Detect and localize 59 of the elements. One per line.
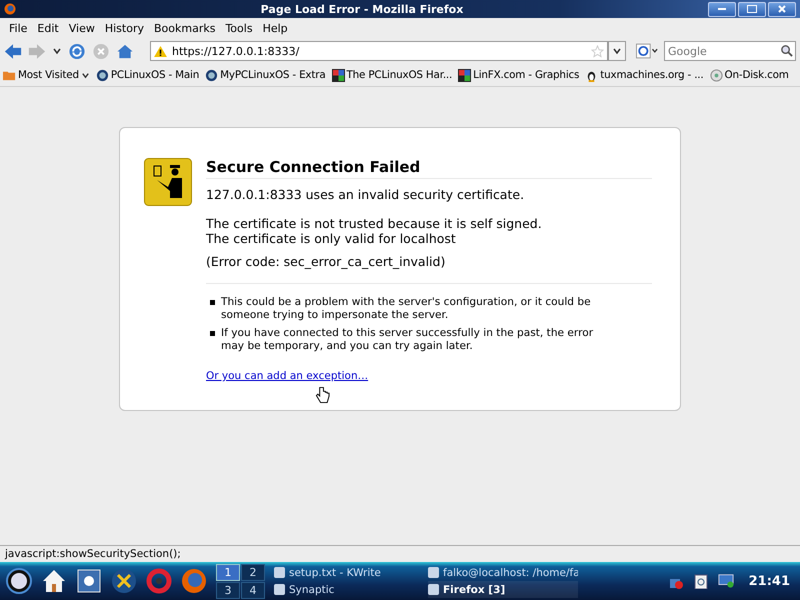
bookmark-item[interactable]: On-Disk.com [710,68,789,82]
bookmark-item[interactable]: MyPCLinuxOS - Extra [205,68,326,82]
dropdown-button[interactable] [608,41,626,61]
error-detail: The certificate is only valid for localhost [206,231,457,246]
taskbar-task[interactable]: Firefox [3] [428,581,578,598]
caret-icon [80,70,90,80]
bookmark-item[interactable]: PCLinuxOS - Main [96,68,200,82]
clock: 21:41 [748,574,790,588]
error-summary: 127.0.0.1:8333 uses an invalid security certificate. [206,187,526,202]
minimize-button[interactable] [708,2,736,16]
close-button[interactable] [768,2,796,16]
error-hint: This could be a problem with the server's configuration, or it could be someone trying to impersonate the server. [221,296,592,322]
star-icon[interactable] [591,44,604,58]
desktop-pager-button[interactable]: 3 [216,582,240,598]
status-text: javascript:showSecuritySection(); [5,548,181,560]
lifebuoy-icon[interactable] [146,568,172,594]
error-hint: If you have connected to this server successfully in the past, the error may be temporary, and you can try again later. [221,327,594,353]
house-icon[interactable] [41,568,67,594]
add-exception-link[interactable]: Or you can add an exception… [206,370,368,382]
tiles-icon [458,68,472,82]
error-title: Secure Connection Failed [206,154,652,179]
caret-icon[interactable] [52,46,62,56]
reload-icon[interactable] [68,42,86,60]
back-arrow-icon[interactable] [4,42,22,60]
desktop-pager-button[interactable]: 1 [216,564,240,580]
hand-cursor-icon [315,386,330,406]
bookmark-item[interactable]: Most Visited [3,68,90,82]
home-icon[interactable] [116,42,134,60]
disc-icon [710,68,723,82]
desktop-pager-button[interactable]: 4 [241,582,265,598]
bookmark-item[interactable]: LinFX.com - Graphics [458,68,580,82]
menu-item[interactable]: File [4,22,32,34]
error-code: (Error code: sec_error_ca_cert_invalid) [206,254,446,269]
menu-item[interactable]: View [64,22,100,34]
address-field[interactable]: https://127.0.0.1:8333/ [150,41,608,61]
menu-item[interactable]: Help [258,22,293,34]
menu-item[interactable]: Tools [220,22,258,34]
warning-icon [154,46,167,56]
desktop-pager-button[interactable]: 2 [241,564,265,580]
search-icon[interactable] [780,44,793,57]
officer-drawing [144,158,192,206]
search-field[interactable]: Google [664,41,796,61]
close-icon [777,4,787,14]
bullet-icon [210,300,215,305]
taskbar-task[interactable]: setup.txt - KWrite [274,564,424,581]
bookmark-item[interactable]: tuxmachines.org - ... [585,68,704,82]
tiles-icon [332,68,344,82]
monitor-icon[interactable] [718,573,734,589]
window-title: Page Load Error - Mozilla Firefox [260,2,464,16]
taskbar-task[interactable]: Synaptic [274,581,424,598]
error-detail: The certificate is not trusted because it is self signed. [206,216,543,231]
menu-item[interactable]: Bookmarks [148,22,220,34]
search-engine-icon[interactable] [636,43,658,59]
caret-icon [612,46,622,56]
menu-item[interactable]: Edit [32,22,64,34]
bookmark-item[interactable]: The PCLinuxOS Har... [332,68,452,82]
bullet-icon [210,331,215,336]
maximize-button[interactable] [738,2,766,16]
menu-item[interactable]: History [100,22,149,34]
